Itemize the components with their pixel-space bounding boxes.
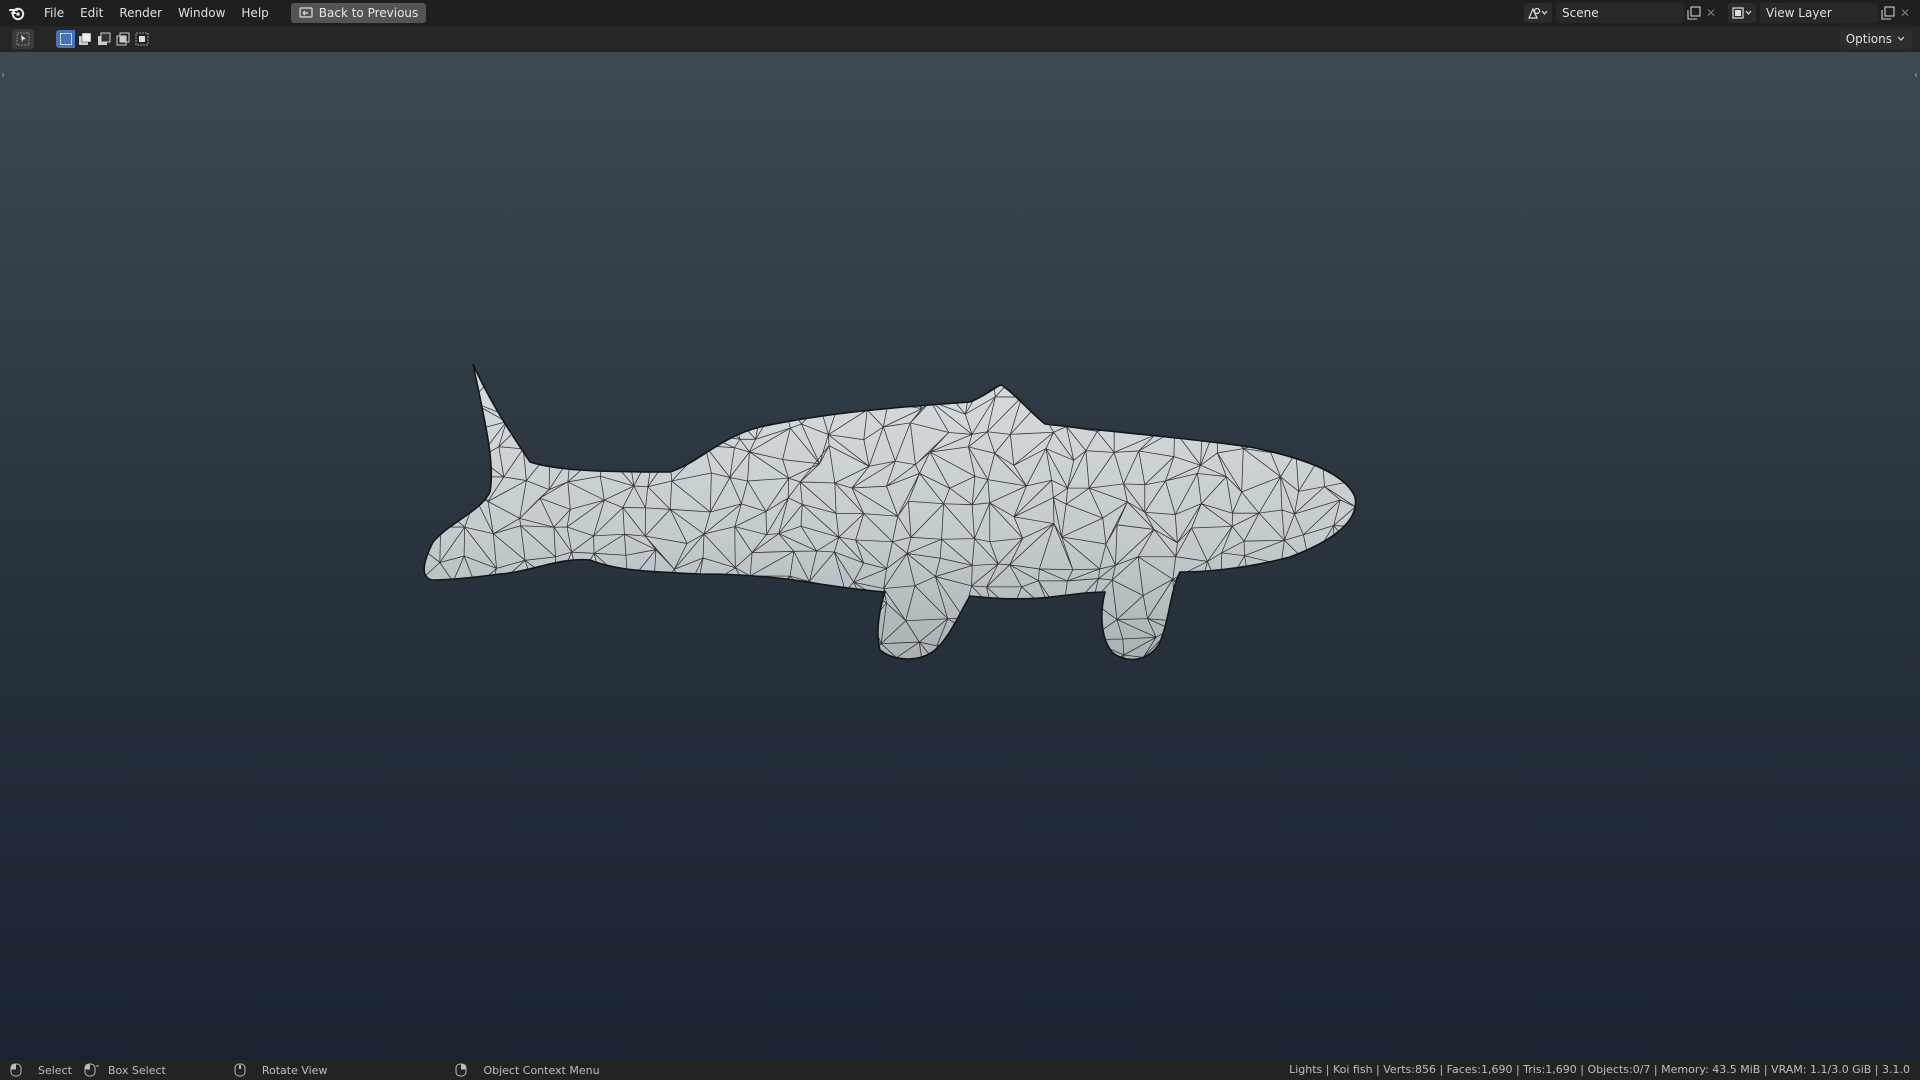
hint-box-select-label: Box Select — [107, 1063, 166, 1077]
hint-select-label: Select — [38, 1063, 72, 1077]
menu-help[interactable]: Help — [233, 3, 276, 23]
options-dropdown[interactable]: Options — [1839, 29, 1912, 49]
top-menu-bar: File Edit Render Window Help Back to Pre… — [0, 0, 1920, 26]
view-layer-icon — [1732, 7, 1752, 19]
menu-edit[interactable]: Edit — [72, 3, 111, 23]
delete-scene-icon[interactable]: ✕ — [1704, 6, 1718, 20]
3d-viewport[interactable]: › ‹ — [0, 52, 1920, 1060]
copy-icon — [1687, 6, 1701, 20]
select-subtract-icon — [97, 32, 110, 45]
menu-file[interactable]: File — [36, 3, 72, 23]
delete-view-layer-icon[interactable]: ✕ — [1898, 6, 1912, 20]
cursor-arrow-icon — [16, 32, 30, 46]
mode-extend-selection-button[interactable] — [75, 30, 94, 48]
select-extend-icon — [78, 32, 91, 45]
hint-context-menu: Object Context Menu — [455, 1063, 600, 1077]
hint-context-menu-label: Object Context Menu — [483, 1063, 600, 1077]
blender-logo-icon[interactable] — [8, 4, 26, 22]
select-intersect-icon — [135, 32, 148, 46]
mode-new-selection-button[interactable] — [56, 30, 75, 48]
status-bar: Select Box Select Rotate View Object Con… — [0, 1060, 1920, 1080]
mode-invert-selection-button[interactable] — [113, 30, 132, 48]
koi-fish-mesh[interactable] — [0, 52, 1920, 1060]
view-layer-name-field[interactable]: View Layer — [1760, 3, 1878, 23]
back-to-previous-button[interactable]: Back to Previous — [290, 3, 427, 23]
top-right-controls: Scene ✕ View Layer ✕ — [1524, 3, 1912, 23]
hint-select: Select — [10, 1063, 72, 1077]
scene-statistics: Lights | Koi fish | Verts:856 | Faces:1,… — [1289, 1063, 1910, 1076]
viewport-header: Options — [0, 26, 1920, 52]
mode-subtract-selection-button[interactable] — [94, 30, 113, 48]
options-label: Options — [1845, 32, 1892, 46]
back-to-previous-label: Back to Previous — [318, 6, 419, 20]
mouse-middle-icon — [234, 1063, 246, 1077]
select-new-icon — [59, 33, 72, 45]
view-layer-selector-button[interactable] — [1728, 3, 1756, 23]
copy-icon — [1881, 6, 1895, 20]
hint-box-select: Box Select — [84, 1063, 166, 1077]
select-tool-button[interactable] — [12, 29, 34, 49]
menu-render[interactable]: Render — [111, 3, 170, 23]
view-layer-name: View Layer — [1766, 6, 1832, 20]
hint-rotate: Rotate View — [234, 1063, 328, 1077]
scene-icon — [1528, 7, 1548, 19]
scene-name: Scene — [1562, 6, 1599, 20]
mouse-left-icon — [10, 1063, 22, 1077]
scene-name-field[interactable]: Scene — [1556, 3, 1684, 23]
mouse-right-icon — [455, 1063, 467, 1077]
mouse-drag-icon — [84, 1063, 99, 1077]
new-scene-button[interactable] — [1684, 3, 1704, 23]
scene-selector-button[interactable] — [1524, 3, 1552, 23]
new-view-layer-button[interactable] — [1878, 3, 1898, 23]
mode-intersect-selection-button[interactable] — [132, 30, 151, 48]
menu-window[interactable]: Window — [170, 3, 233, 23]
back-to-previous-icon — [299, 7, 313, 18]
selection-mode-group — [56, 30, 151, 48]
chevron-down-icon — [1897, 36, 1905, 41]
select-invert-icon — [116, 32, 129, 46]
hint-rotate-label: Rotate View — [261, 1063, 328, 1077]
